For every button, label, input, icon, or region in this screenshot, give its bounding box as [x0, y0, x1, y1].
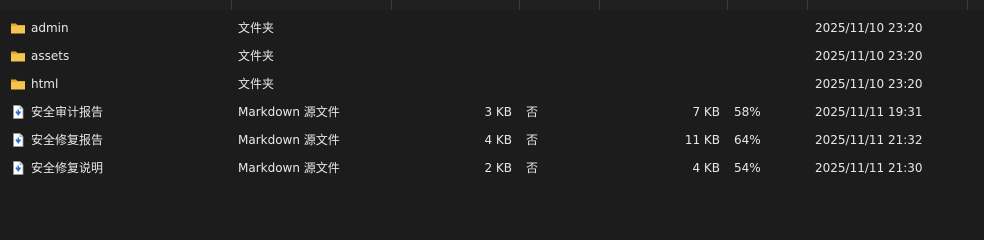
file-size: 3 KB	[484, 105, 512, 119]
column-divider[interactable]	[967, 0, 968, 10]
file-type: 文件夹	[238, 49, 275, 63]
file-type: 文件夹	[238, 77, 275, 91]
file-type: 文件夹	[238, 21, 275, 35]
original-size: 7 KB	[692, 105, 720, 119]
file-name: 安全修复报告	[31, 133, 104, 147]
markdown-file-icon	[13, 161, 24, 175]
markdown-file-icon	[13, 105, 24, 119]
compression-ratio: 54%	[734, 161, 761, 175]
folder-icon	[11, 79, 25, 90]
file-flag: 否	[526, 105, 539, 119]
file-name: admin	[31, 21, 69, 35]
file-name: html	[31, 77, 59, 91]
file-size: 4 KB	[484, 133, 512, 147]
file-list: admin 文件夹 2025/11/10 23:20 assets 文件夹 20…	[0, 14, 984, 182]
compression-ratio: 64%	[734, 133, 761, 147]
file-type: Markdown 源文件	[238, 105, 340, 119]
file-name: 安全修复说明	[31, 161, 104, 175]
file-flag: 否	[526, 133, 539, 147]
modified-date: 2025/11/11 19:31	[815, 105, 923, 119]
file-type: Markdown 源文件	[238, 133, 340, 147]
modified-date: 2025/11/10 23:20	[815, 21, 923, 35]
modified-date: 2025/11/10 23:20	[815, 49, 923, 63]
list-item[interactable]: admin 文件夹 2025/11/10 23:20	[0, 14, 984, 42]
markdown-file-icon	[13, 133, 24, 147]
column-divider[interactable]	[519, 0, 520, 10]
column-divider[interactable]	[231, 0, 232, 10]
list-item[interactable]: 安全审计报告 Markdown 源文件 3 KB 否 7 KB 58% 2025…	[0, 98, 984, 126]
column-divider[interactable]	[727, 0, 728, 10]
list-item[interactable]: 安全修复说明 Markdown 源文件 2 KB 否 4 KB 54% 2025…	[0, 154, 984, 182]
file-flag: 否	[526, 161, 539, 175]
column-divider[interactable]	[391, 0, 392, 10]
modified-date: 2025/11/11 21:30	[815, 161, 923, 175]
compression-ratio: 58%	[734, 105, 761, 119]
list-item[interactable]: html 文件夹 2025/11/10 23:20	[0, 70, 984, 98]
column-divider[interactable]	[599, 0, 600, 10]
column-divider[interactable]	[807, 0, 808, 10]
modified-date: 2025/11/10 23:20	[815, 77, 923, 91]
file-name: 安全审计报告	[31, 105, 104, 119]
file-type: Markdown 源文件	[238, 161, 340, 175]
file-name: assets	[31, 49, 70, 63]
list-item[interactable]: 安全修复报告 Markdown 源文件 4 KB 否 11 KB 64% 202…	[0, 126, 984, 154]
folder-icon	[11, 51, 25, 62]
folder-icon	[11, 23, 25, 34]
original-size: 11 KB	[684, 133, 720, 147]
original-size: 4 KB	[692, 161, 720, 175]
column-header-bar	[0, 0, 984, 10]
file-size: 2 KB	[484, 161, 512, 175]
list-item[interactable]: assets 文件夹 2025/11/10 23:20	[0, 42, 984, 70]
modified-date: 2025/11/11 21:32	[815, 133, 923, 147]
